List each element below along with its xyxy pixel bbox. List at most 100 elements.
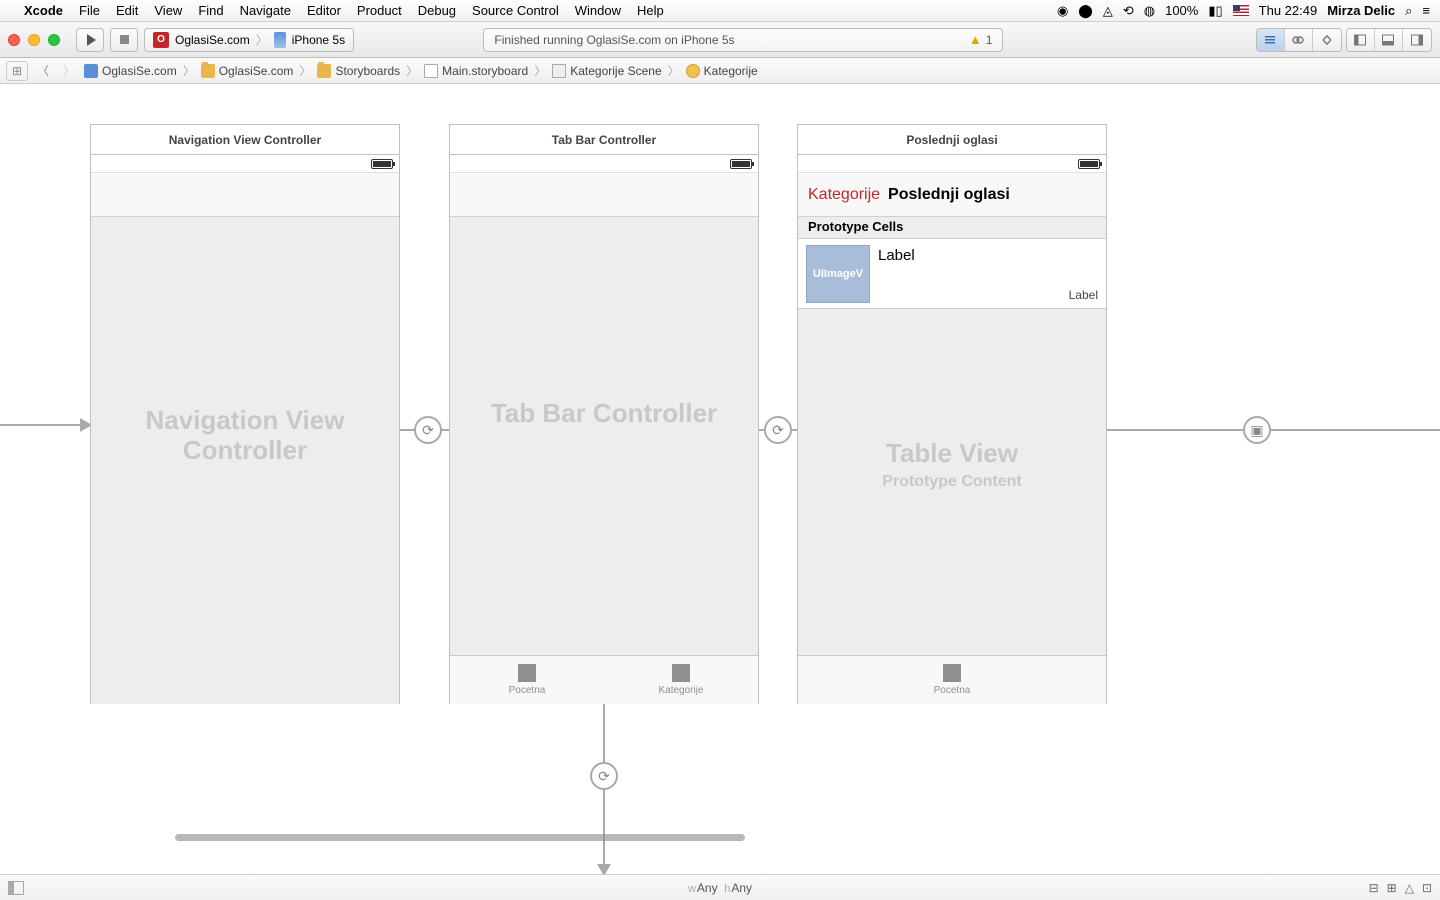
standard-editor-icon[interactable] <box>1257 29 1285 51</box>
resolve-button[interactable]: △ <box>1405 881 1414 895</box>
minimize-button[interactable] <box>28 34 40 46</box>
spotlight-icon[interactable]: ⌕ <box>1405 3 1412 19</box>
jump-bar: ⊞ 〈 〉 OglasiSe.com 〉 OglasiSe.com 〉 Stor… <box>0 58 1440 84</box>
nav-title[interactable]: Poslednji oglasi <box>888 186 1010 204</box>
dropbox-icon[interactable]: ⬤ <box>1078 3 1093 19</box>
scene-title[interactable]: Navigation View Controller <box>91 125 399 155</box>
align-button[interactable]: ⊟ <box>1369 881 1379 895</box>
viber-icon[interactable]: ◉ <box>1057 3 1068 19</box>
gdrive-icon[interactable]: ◬ <box>1103 3 1113 19</box>
chevron-icon: 〉 <box>183 62 195 79</box>
chevron-icon: 〉 <box>668 62 680 79</box>
close-button[interactable] <box>8 34 20 46</box>
battery-pct[interactable]: 100% <box>1165 3 1198 18</box>
battery-icon[interactable]: ▮▯ <box>1208 3 1222 19</box>
scene-title[interactable]: Poslednji oglasi <box>798 125 1106 155</box>
wifi-icon[interactable]: ◍ <box>1144 3 1155 19</box>
menu-view[interactable]: View <box>154 3 182 18</box>
forward-button[interactable]: 〉 <box>58 61 80 81</box>
menu-navigate[interactable]: Navigate <box>240 3 291 18</box>
scene-tabbar-vc[interactable]: Tab Bar Controller Tab Bar Controller Po… <box>449 124 759 704</box>
horizontal-scrollbar[interactable] <box>175 834 745 841</box>
placeholder-text: Navigation View Controller <box>91 406 399 466</box>
jump-item-project[interactable]: OglasiSe.com <box>84 64 177 78</box>
scene-title[interactable]: Tab Bar Controller <box>450 125 758 155</box>
tab-icon <box>672 664 690 682</box>
tab-pocetna[interactable]: Pocetna <box>450 656 604 704</box>
cell-imageview[interactable]: UIImageV <box>806 245 870 303</box>
scheme-selector[interactable]: O OglasiSe.com 〉 iPhone 5s <box>144 28 354 52</box>
outline-toggle-icon[interactable] <box>8 881 24 895</box>
scene-table-vc[interactable]: Poslednji oglasi Kategorije Poslednji og… <box>797 124 1107 704</box>
tabbar: Pocetna Kategorije <box>450 655 758 704</box>
jump-item-group[interactable]: OglasiSe.com <box>201 64 294 78</box>
segue-icon[interactable]: ⟳ <box>414 416 442 444</box>
scheme-separator: 〉 <box>256 31 268 48</box>
window-controls <box>8 34 60 46</box>
user-name[interactable]: Mirza Delic <box>1327 3 1395 18</box>
menu-help[interactable]: Help <box>637 3 664 18</box>
flag-icon[interactable] <box>1233 5 1249 16</box>
statusbar <box>450 155 758 173</box>
jump-item-object[interactable]: Kategorije <box>686 64 758 78</box>
menu-find[interactable]: Find <box>198 3 223 18</box>
related-items-button[interactable]: ⊞ <box>6 61 28 81</box>
cell-title-label[interactable]: Label <box>878 247 915 264</box>
assistant-editor-icon[interactable] <box>1285 29 1313 51</box>
panel-toggle-segment[interactable] <box>1346 28 1432 52</box>
menu-product[interactable]: Product <box>357 3 402 18</box>
menu-edit[interactable]: Edit <box>116 3 138 18</box>
chevron-icon: 〉 <box>299 62 311 79</box>
menu-window[interactable]: Window <box>575 3 621 18</box>
jump-item-file[interactable]: Main.storyboard <box>424 64 528 78</box>
tab-kategorije[interactable]: Kategorije <box>604 656 758 704</box>
utilities-toggle-icon[interactable] <box>1403 29 1431 51</box>
back-button[interactable]: 〈 <box>32 61 54 81</box>
scene-navigation-vc[interactable]: Navigation View Controller Navigation Vi… <box>90 124 400 704</box>
segue-icon[interactable]: ⟳ <box>764 416 792 444</box>
placeholder-text: Table View Prototype Content <box>798 439 1106 491</box>
cell-detail-label[interactable]: Label <box>1069 288 1098 302</box>
jump-item-scene[interactable]: Kategorije Scene <box>552 64 661 78</box>
prototype-cell[interactable]: UIImageV Label Label <box>798 239 1106 309</box>
size-class-selector[interactable]: wAny hAny <box>688 881 752 895</box>
menubar-app[interactable]: Xcode <box>24 3 63 18</box>
jump-item-storyboards[interactable]: Storyboards <box>317 64 400 78</box>
initial-vc-arrow[interactable] <box>0 424 90 426</box>
clock[interactable]: Thu 22:49 <box>1259 3 1318 18</box>
navigator-toggle-icon[interactable] <box>1347 29 1375 51</box>
placeholder-text: Tab Bar Controller <box>450 399 758 429</box>
pin-button[interactable]: ⊞ <box>1387 881 1397 895</box>
editor-mode-segment[interactable] <box>1256 28 1342 52</box>
navbar[interactable]: Kategorije Poslednji oglasi <box>798 173 1106 217</box>
menu-debug[interactable]: Debug <box>418 3 456 18</box>
nav-back-button[interactable]: Kategorije <box>808 186 880 204</box>
battery-icon <box>371 159 393 169</box>
statusbar <box>91 155 399 173</box>
menu-file[interactable]: File <box>79 3 100 18</box>
stop-button[interactable] <box>110 28 138 52</box>
run-button[interactable] <box>76 28 104 52</box>
warnings-badge[interactable]: ▲ 1 <box>969 32 993 47</box>
chevron-icon: 〉 <box>406 62 418 79</box>
segue-icon[interactable]: ⟳ <box>590 762 618 790</box>
version-editor-icon[interactable] <box>1313 29 1341 51</box>
menu-sourcecontrol[interactable]: Source Control <box>472 3 559 18</box>
menu-editor[interactable]: Editor <box>307 3 341 18</box>
warning-icon: ▲ <box>969 32 982 47</box>
maximize-button[interactable] <box>48 34 60 46</box>
sync-icon[interactable]: ⟲ <box>1123 3 1134 19</box>
resize-button[interactable]: ⊡ <box>1422 881 1432 895</box>
folder-icon <box>317 64 331 78</box>
debug-area-toggle-icon[interactable] <box>1375 29 1403 51</box>
activity-viewer[interactable]: Finished running OglasiSe.com on iPhone … <box>483 28 1003 52</box>
scheme-device-label: iPhone 5s <box>292 33 345 47</box>
segue-line[interactable] <box>1107 429 1440 431</box>
storyboard-canvas[interactable]: Navigation View Controller Navigation Vi… <box>0 84 1440 874</box>
segue-icon[interactable]: ▣ <box>1243 416 1271 444</box>
canvas-bottom-bar: wAny hAny ⊟ ⊞ △ ⊡ <box>0 874 1440 900</box>
scheme-app-icon: O <box>153 32 169 48</box>
notifications-icon[interactable]: ≡ <box>1422 3 1430 18</box>
battery-icon <box>730 159 752 169</box>
tab-pocetna[interactable]: Pocetna <box>798 656 1106 704</box>
